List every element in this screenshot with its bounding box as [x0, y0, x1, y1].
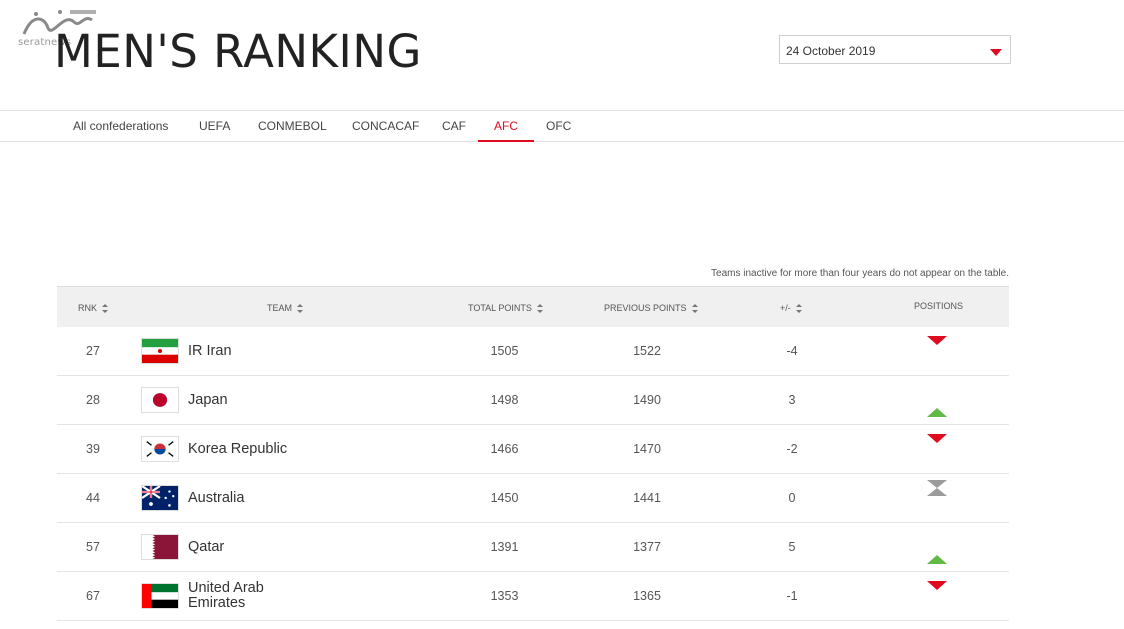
- rank-cell: 67: [86, 589, 100, 603]
- inactive-teams-note: Teams inactive for more than four years …: [711, 268, 1009, 279]
- tab-afc[interactable]: AFC: [478, 111, 534, 142]
- tab-caf[interactable]: CAF: [442, 111, 466, 141]
- table-row[interactable]: 39 Korea Republic 1466 1470 -2: [57, 425, 1009, 474]
- confederation-tabs: All confederations UEFA CONMEBOL CONCACA…: [0, 110, 1124, 142]
- sort-icon: [297, 303, 304, 313]
- table-row[interactable]: 44 Australia 1450 1441 0: [57, 474, 1009, 523]
- diff-column-header[interactable]: +/-: [780, 303, 802, 313]
- diff-cell: 3: [788, 393, 796, 407]
- previous-points-cell: 1441: [633, 491, 661, 505]
- table-row[interactable]: 57 Qatar 1391 1377 5: [57, 523, 1009, 572]
- japan-flag-icon: [141, 387, 179, 413]
- uae-flag-icon: [141, 583, 179, 609]
- previous-points-column-header[interactable]: PREVIOUS POINTS: [604, 303, 698, 313]
- sort-icon: [102, 303, 109, 313]
- date-select-value: 24 October 2019: [786, 44, 876, 58]
- rank-cell: 27: [86, 344, 100, 358]
- diff-cell: -2: [786, 442, 798, 456]
- tab-concacaf[interactable]: CONCACAF: [352, 111, 419, 141]
- diff-cell: -1: [786, 589, 798, 603]
- tab-all-confederations[interactable]: All confederations: [73, 111, 168, 141]
- diff-cell: 5: [788, 540, 796, 554]
- australia-flag-icon: [141, 485, 179, 511]
- rank-cell: 28: [86, 393, 100, 407]
- date-select[interactable]: 24 October 2019: [779, 35, 1011, 64]
- page-title: MEN'S RANKING: [54, 25, 422, 78]
- rank-cell: 44: [86, 491, 100, 505]
- total-points-cell: 1391: [490, 540, 519, 554]
- table-header: RNK TEAM TOTAL POINTS PREVIOUS POINTS +/…: [57, 286, 1009, 327]
- team-column-header[interactable]: TEAM: [267, 303, 304, 313]
- position-down-icon: [927, 336, 947, 359]
- total-points-cell: 1466: [490, 442, 519, 456]
- previous-points-cell: 1365: [633, 589, 661, 603]
- team-name[interactable]: Qatar: [188, 523, 224, 571]
- sort-icon: [691, 303, 698, 313]
- total-points-column-header[interactable]: TOTAL POINTS: [468, 303, 543, 313]
- tab-ofc[interactable]: OFC: [546, 111, 571, 141]
- total-points-cell: 1498: [490, 393, 519, 407]
- rank-column-header[interactable]: RNK: [78, 303, 109, 313]
- team-name[interactable]: Korea Republic: [188, 425, 287, 473]
- table-row[interactable]: 27 IR Iran 1505 1522 -4: [57, 327, 1009, 376]
- position-up-icon: [927, 541, 947, 564]
- team-name[interactable]: Japan: [188, 376, 228, 424]
- total-points-cell: 1353: [490, 589, 519, 603]
- tab-conmebol[interactable]: CONMEBOL: [258, 111, 327, 141]
- sort-icon: [795, 303, 802, 313]
- previous-points-cell: 1377: [633, 540, 661, 554]
- table-row[interactable]: 28 Japan 1498 1490 3: [57, 376, 1009, 425]
- chevron-down-icon: [990, 49, 1002, 56]
- table-row[interactable]: 67 United Arab Emirates 1353 1365 -1: [57, 572, 1009, 621]
- previous-points-cell: 1490: [633, 393, 661, 407]
- position-up-icon: [927, 394, 947, 417]
- rank-cell: 39: [86, 442, 100, 456]
- team-name[interactable]: IR Iran: [188, 327, 232, 375]
- rank-cell: 57: [86, 540, 100, 554]
- sort-icon: [536, 303, 543, 313]
- tab-uefa[interactable]: UEFA: [199, 111, 230, 141]
- iran-flag-icon: [141, 338, 179, 364]
- total-points-cell: 1505: [490, 344, 519, 358]
- diff-cell: 0: [788, 491, 796, 505]
- diff-cell: -4: [786, 344, 798, 358]
- qatar-flag-icon: [141, 534, 179, 560]
- total-points-cell: 1450: [490, 491, 519, 505]
- previous-points-cell: 1522: [633, 344, 661, 358]
- previous-points-cell: 1470: [633, 442, 661, 456]
- ranking-table: RNK TEAM TOTAL POINTS PREVIOUS POINTS +/…: [57, 286, 1009, 621]
- korea-flag-icon: [141, 436, 179, 462]
- position-down-icon: [927, 434, 947, 457]
- position-unchanged-icon: [927, 492, 947, 506]
- team-name[interactable]: United Arab Emirates: [188, 581, 288, 629]
- team-name[interactable]: Australia: [188, 474, 244, 522]
- positions-column-header: POSITIONS: [914, 301, 964, 311]
- position-down-icon: [927, 581, 947, 604]
